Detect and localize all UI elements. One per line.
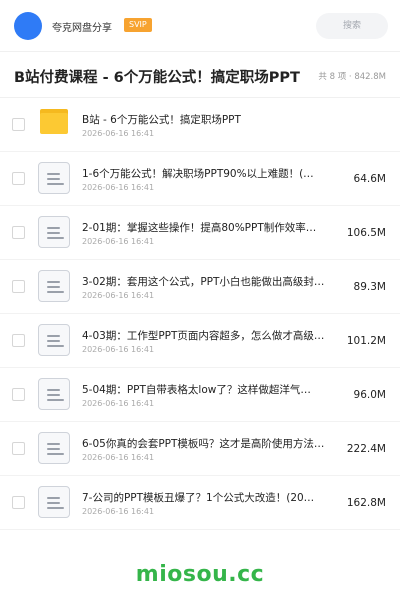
select-checkbox[interactable] xyxy=(12,496,25,509)
select-checkbox[interactable] xyxy=(12,226,25,239)
select-checkbox[interactable] xyxy=(12,334,25,347)
file-size: 162.8M xyxy=(346,497,386,509)
page-title: B站付费课程 - 6个万能公式！搞定职场PPT xyxy=(14,70,300,86)
file-list: B站 - 6个万能公式！搞定职场PPT 2026-06-16 16:41 1-6个万… xyxy=(0,98,400,530)
file-size: 106.5M xyxy=(346,227,386,239)
list-item[interactable]: 2-01期：掌握这些操作！提高80%PPT制作效率… 2026-06-16 16:… xyxy=(0,206,400,260)
document-icon xyxy=(38,324,70,356)
file-date: 2026-06-16 16:41 xyxy=(82,507,155,516)
list-item[interactable]: B站 - 6个万能公式！搞定职场PPT 2026-06-16 16:41 xyxy=(0,98,400,152)
owner-name[interactable]: 夸克网盘分享 xyxy=(52,19,112,34)
document-icon xyxy=(38,486,70,518)
file-size: 89.3M xyxy=(353,281,386,293)
file-date: 2026-06-16 16:41 xyxy=(82,345,155,354)
select-checkbox[interactable] xyxy=(12,442,25,455)
document-icon xyxy=(38,216,70,248)
folder-icon xyxy=(40,109,68,134)
file-size: 101.2M xyxy=(346,335,386,347)
share-title-row: B站付费课程 - 6个万能公式！搞定职场PPT 共 8 项 · 842.8M xyxy=(0,52,400,98)
file-name[interactable]: 2-01期：掌握这些操作！提高80%PPT制作效率… xyxy=(82,220,330,235)
file-date: 2026-06-16 16:41 xyxy=(82,399,155,408)
select-checkbox[interactable] xyxy=(12,172,25,185)
file-date: 2026-06-16 16:41 xyxy=(82,453,155,462)
select-checkbox[interactable] xyxy=(12,280,25,293)
list-item[interactable]: 3-02期：套用这个公式，PPT小白也能做出高级封… 2026-06-16 16:… xyxy=(0,260,400,314)
list-item[interactable]: 5-04期：PPT自带表格太low了？这样做超洋气… 2026-06-16 16:… xyxy=(0,368,400,422)
list-item[interactable]: 6-05你真的会套PPT模板吗？这才是高阶使用方法… 2026-06-16 16:… xyxy=(0,422,400,476)
file-name[interactable]: 4-03期：工作型PPT页面内容超多，怎么做才高级… xyxy=(82,328,330,343)
file-name[interactable]: 6-05你真的会套PPT模板吗？这才是高阶使用方法… xyxy=(82,436,330,451)
file-date: 2026-06-16 16:41 xyxy=(82,291,155,300)
avatar[interactable] xyxy=(14,12,42,40)
list-item[interactable]: 4-03期：工作型PPT页面内容超多，怎么做才高级… 2026-06-16 16:… xyxy=(0,314,400,368)
file-name[interactable]: 1-6个万能公式！解决职场PPT90%以上难题！(… xyxy=(82,166,330,181)
file-date: 2026-06-16 16:41 xyxy=(82,183,155,192)
file-size: 96.0M xyxy=(353,389,386,401)
file-size: 222.4M xyxy=(346,443,386,455)
svip-badge: SVIP xyxy=(124,18,152,32)
list-item[interactable]: 7-公司的PPT模板丑爆了？1个公式大改造！(20… 2026-06-16 16:… xyxy=(0,476,400,530)
list-item[interactable]: 1-6个万能公式！解决职场PPT90%以上难题！(… 2026-06-16 16:… xyxy=(0,152,400,206)
share-meta: 共 8 项 · 842.8M xyxy=(318,72,386,82)
document-icon xyxy=(38,378,70,410)
file-name[interactable]: 3-02期：套用这个公式，PPT小白也能做出高级封… xyxy=(82,274,330,289)
document-icon xyxy=(38,270,70,302)
select-checkbox[interactable] xyxy=(12,388,25,401)
file-size: 64.6M xyxy=(353,173,386,185)
document-icon xyxy=(38,162,70,194)
select-checkbox[interactable] xyxy=(12,118,25,131)
search-input[interactable] xyxy=(316,13,388,39)
file-date: 2026-06-16 16:41 xyxy=(82,237,155,246)
file-date: 2026-06-16 16:41 xyxy=(82,129,155,138)
file-name[interactable]: 5-04期：PPT自带表格太low了？这样做超洋气… xyxy=(82,382,330,397)
watermark: miosou.cc xyxy=(135,562,265,587)
document-icon xyxy=(38,432,70,464)
file-name[interactable]: 7-公司的PPT模板丑爆了？1个公式大改造！(20… xyxy=(82,490,330,505)
share-header: 夸克网盘分享 SVIP xyxy=(0,0,400,52)
file-name[interactable]: B站 - 6个万能公式！搞定职场PPT xyxy=(82,112,330,127)
